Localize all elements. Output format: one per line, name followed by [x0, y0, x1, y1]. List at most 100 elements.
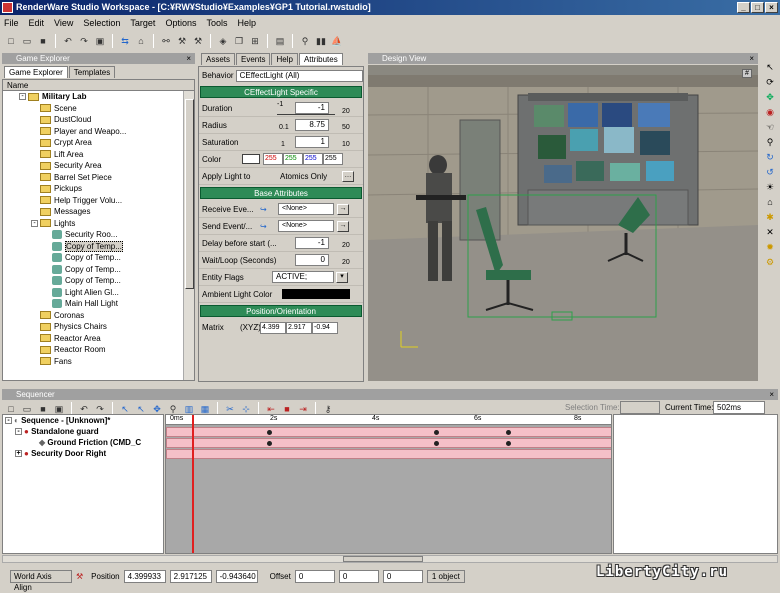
maximize-button[interactable]: □ — [751, 2, 764, 13]
keyframe[interactable] — [434, 441, 439, 446]
tree-item[interactable]: - Military Lab — [3, 91, 194, 103]
tree-item[interactable]: Copy of Temp... — [3, 275, 194, 287]
keyframe[interactable] — [434, 430, 439, 435]
group-icon[interactable]: ⊞ — [248, 34, 262, 48]
tree-item[interactable]: Physics Chairs — [3, 321, 194, 333]
delay-input[interactable]: -1 — [295, 237, 329, 249]
save-icon[interactable]: ■ — [36, 34, 50, 48]
pause-icon[interactable]: ▮▮ — [314, 34, 328, 48]
tree-item[interactable]: Copy of Temp... — [3, 252, 194, 264]
tree-item[interactable]: - Lights — [3, 218, 194, 230]
tree-item[interactable]: Coronas — [3, 310, 194, 322]
gear-icon[interactable]: ⚙ — [764, 256, 776, 268]
color-swatch[interactable] — [242, 154, 260, 164]
tree-item[interactable]: Main Hall Light — [3, 298, 194, 310]
matrix-z[interactable]: -0.94 — [312, 321, 338, 334]
security-door-row[interactable]: Security Door Right — [31, 449, 106, 458]
tree-item[interactable]: Reactor Room — [3, 344, 194, 356]
orbit-icon[interactable]: ↻ — [764, 151, 776, 163]
menu-target[interactable]: Target — [130, 18, 155, 28]
track-ground-friction[interactable] — [166, 438, 611, 448]
tree-item[interactable]: Help Trigger Volu... — [3, 195, 194, 207]
panel-close-icon[interactable]: × — [186, 53, 191, 64]
tree-item[interactable]: Barrel Set Piece — [3, 172, 194, 184]
panel-close-icon[interactable]: × — [769, 389, 774, 400]
saturation-input[interactable]: 1 — [295, 136, 329, 148]
keyframe[interactable] — [506, 430, 511, 435]
scrollbar-thumb[interactable] — [185, 99, 194, 289]
ship-icon[interactable]: ⛵ — [330, 34, 344, 48]
expand-toggle-icon[interactable]: - — [31, 219, 38, 227]
sync-icon[interactable]: ⌂ — [134, 34, 148, 48]
rotate-icon[interactable]: ⟳ — [764, 76, 776, 88]
tab-game-explorer[interactable]: Game Explorer — [4, 66, 68, 78]
tree-item[interactable]: Fans — [3, 356, 194, 368]
build-icon[interactable]: ⚒ — [191, 34, 205, 48]
standalone-guard-row[interactable]: Standalone guard — [31, 427, 99, 436]
offset-z[interactable]: 0 — [382, 569, 423, 583]
bulb-icon[interactable]: ✱ — [764, 211, 776, 223]
tree-item[interactable]: Scene — [3, 103, 194, 115]
color-a[interactable]: 255 — [323, 153, 343, 165]
apply-browse-button[interactable]: … — [342, 170, 354, 182]
flags-dropdown-arrow[interactable]: ▾ — [336, 271, 348, 283]
menu-selection[interactable]: Selection — [83, 18, 120, 28]
color-g[interactable]: 255 — [283, 153, 303, 165]
menu-tools[interactable]: Tools — [206, 18, 227, 28]
camera-icon[interactable]: ⌂ — [764, 196, 776, 208]
sequencer-timeline[interactable]: 0ms 2s 4s 6s 8s — [165, 414, 612, 554]
instance-icon[interactable]: ◈ — [216, 34, 230, 48]
design-view-viewport[interactable]: # — [368, 65, 758, 381]
zoom-icon[interactable]: ⚲ — [764, 136, 776, 148]
tree-item[interactable]: Pickups — [3, 183, 194, 195]
column-header-name[interactable]: Name — [3, 80, 194, 91]
offset-y[interactable]: 0 — [338, 569, 379, 583]
open-icon[interactable]: ▭ — [20, 34, 34, 48]
tab-attributes[interactable]: Attributes — [298, 53, 343, 65]
tab-assets[interactable]: Assets — [201, 53, 236, 65]
sequencer-hscrollbar[interactable] — [2, 555, 778, 563]
tree-item[interactable]: Security Area — [3, 160, 194, 172]
menu-view[interactable]: View — [54, 18, 73, 28]
color-r[interactable]: 255 — [263, 153, 283, 165]
minimize-button[interactable]: _ — [737, 2, 750, 13]
tree-item[interactable]: Lift Area — [3, 149, 194, 161]
send-add-button[interactable]: → — [337, 220, 349, 232]
playhead[interactable] — [192, 415, 194, 553]
duration-input[interactable]: -1 — [295, 102, 329, 114]
menu-edit[interactable]: Edit — [29, 18, 45, 28]
send-dropdown[interactable]: <None> — [278, 220, 334, 232]
position-y[interactable]: 2.917125 — [169, 569, 212, 583]
matrix-x[interactable]: 4.399 — [260, 321, 286, 334]
ground-friction-row[interactable]: Ground Friction (CMD_C — [47, 438, 141, 447]
tree-item[interactable]: DustCloud — [3, 114, 194, 126]
receive-dropdown[interactable]: <None> — [278, 203, 334, 215]
align-icon[interactable]: ⚒ — [76, 572, 83, 581]
copy-icon[interactable]: ❐ — [232, 34, 246, 48]
undo-icon[interactable]: ↶ — [61, 34, 75, 48]
keyframe[interactable] — [506, 441, 511, 446]
link-icon[interactable]: ⚯ — [159, 34, 173, 48]
target-icon[interactable]: ◉ — [764, 106, 776, 118]
position-x[interactable]: 4.399933 — [123, 569, 166, 583]
tree-item[interactable]: Reactor Area — [3, 333, 194, 345]
flags-dropdown[interactable]: ACTIVE; — [272, 271, 334, 283]
expand-toggle-icon[interactable]: - — [19, 93, 26, 101]
offset-x[interactable]: 0 — [294, 569, 335, 583]
tab-events[interactable]: Events — [236, 53, 271, 65]
new-icon[interactable]: □ — [4, 34, 18, 48]
track-security-door[interactable] — [166, 449, 611, 459]
receive-add-button[interactable]: → — [337, 203, 349, 215]
sequence-root[interactable]: Sequence - [Unknown]* — [21, 416, 110, 425]
menu-options[interactable]: Options — [165, 18, 196, 28]
move-icon[interactable]: ✥ — [764, 91, 776, 103]
connect-icon[interactable]: ⇆ — [118, 34, 132, 48]
close-button[interactable]: × — [765, 2, 778, 13]
tree-item[interactable]: Crypt Area — [3, 137, 194, 149]
tree-item[interactable]: Copy of Temp... — [3, 240, 194, 253]
track-standalone-guard[interactable] — [166, 427, 611, 437]
behavior-dropdown[interactable]: CEffectLight (All) — [235, 69, 363, 82]
align-dropdown[interactable]: World Axis Align — [10, 569, 72, 592]
radius-input[interactable]: 8.75 — [295, 119, 329, 131]
ambient-color-swatch[interactable] — [282, 289, 350, 299]
